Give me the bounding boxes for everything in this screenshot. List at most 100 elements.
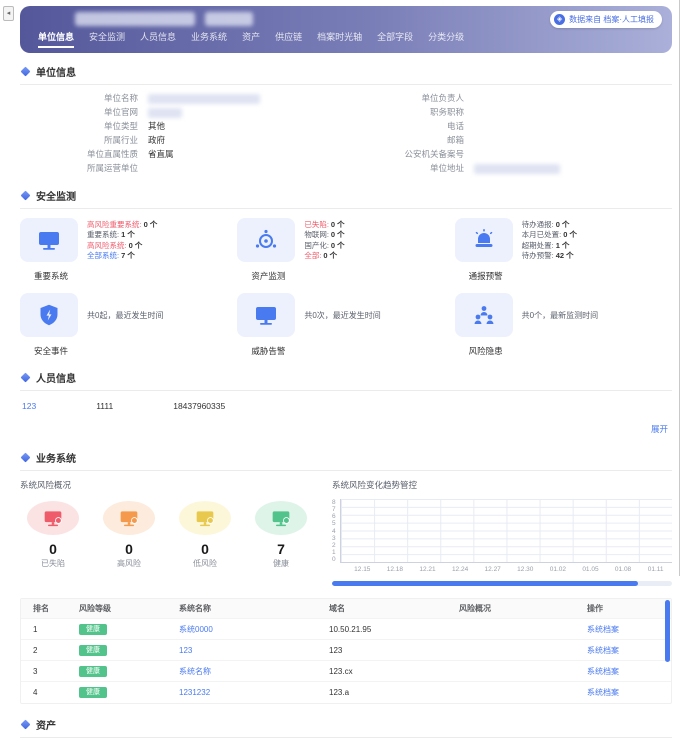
header-tab[interactable]: 安全监测 — [89, 30, 125, 48]
risk-overview-card: 0 高风险 — [96, 501, 162, 569]
table-row: 2 健康 123 123 系统档案 — [21, 640, 671, 661]
security-stat-card[interactable]: 待办通报:0 个本月已处置:0 个超期处置:1 个待办预警:42 个 通报预警 — [455, 218, 672, 282]
field-value — [148, 108, 182, 118]
risk-label: 高风险 — [117, 558, 141, 569]
expand-link[interactable]: 展开 — [651, 424, 668, 434]
field-value: 政府 — [148, 134, 165, 147]
security-stat-cards: 高风险重要系统:0 个重要系统:1 个高风险系统:0 个全部系统:7 个 重要系… — [20, 209, 672, 284]
stat-line: 重要系统:1 个 — [87, 230, 157, 240]
system-status-icon — [271, 508, 291, 528]
section-header-assets: 资产 — [20, 717, 672, 738]
health-badge: 健康 — [79, 624, 107, 635]
security-stat-card[interactable]: 已失陷:0 个物联网:0 个国产化:0 个全部:0 个 资产监测 — [237, 218, 454, 282]
x-tick: 12.21 — [411, 563, 444, 573]
system-archive-link[interactable]: 系统档案 — [587, 645, 671, 656]
col-header: 风险等级 — [79, 603, 179, 614]
header-tab[interactable]: 单位信息 — [38, 30, 74, 48]
header-tab[interactable]: 档案时光轴 — [317, 30, 362, 48]
cell-rank: 3 — [33, 667, 79, 676]
system-name-link[interactable]: 系统名称 — [179, 666, 329, 677]
card-label: 风险隐患 — [469, 345, 672, 357]
radar-icon — [254, 228, 278, 252]
system-archive-link[interactable]: 系统档案 — [587, 687, 671, 698]
health-badge: 健康 — [79, 687, 107, 698]
system-name-link[interactable]: 系统0000 — [179, 624, 329, 635]
collapse-panel-button[interactable]: ◂ — [3, 6, 14, 21]
table-vertical-scrollbar[interactable] — [665, 600, 670, 662]
cell-rank: 4 — [33, 688, 79, 697]
risk-count: 0 — [49, 541, 57, 557]
y-tick: 0 — [332, 556, 336, 563]
system-name-link[interactable]: 123 — [179, 646, 329, 655]
field-label: 邮箱 — [346, 134, 464, 147]
security-event-card[interactable]: 共0次，最近发生时间 威胁告警 — [237, 293, 454, 357]
system-archive-link[interactable]: 系统档案 — [587, 624, 671, 635]
card-icon — [455, 218, 513, 262]
header-tab[interactable]: 资产 — [242, 30, 260, 48]
chart-plot-area — [340, 499, 672, 563]
field-label: 单位地址 — [346, 162, 464, 175]
col-header: 操作 — [587, 603, 671, 614]
stat-line: 待办通报:0 个 — [522, 220, 577, 230]
field-value — [474, 164, 560, 174]
x-tick: 12.27 — [476, 563, 509, 573]
cell-level: 健康 — [79, 645, 179, 656]
x-tick: 12.18 — [379, 563, 412, 573]
monitor-icon — [254, 303, 278, 327]
data-source-badge[interactable]: ◈ 数据来自 档案·人工填报 — [550, 11, 662, 28]
header-tab[interactable]: 全部字段 — [377, 30, 413, 48]
field-label: 单位类型 — [20, 120, 138, 133]
header-tab[interactable]: 业务系统 — [191, 30, 227, 48]
col-header: 风险概况 — [459, 603, 587, 614]
shield-icon — [37, 303, 61, 327]
field-row: 电话 — [346, 120, 672, 133]
system-name-link[interactable]: 1231232 — [179, 688, 329, 697]
cell-level: 健康 — [79, 624, 179, 635]
field-row: 邮箱 — [346, 134, 672, 147]
redacted-unit-subtitle — [205, 12, 253, 26]
system-archive-link[interactable]: 系统档案 — [587, 666, 671, 677]
person-phone: 18437960335 — [173, 401, 225, 411]
person-dept: 1111 — [96, 401, 113, 411]
risk-count: 7 — [277, 541, 285, 557]
y-tick: 1 — [332, 549, 336, 556]
stat-line: 全部:0 个 — [304, 251, 344, 261]
section-title: 安全监测 — [36, 188, 76, 203]
cell-rank: 2 — [33, 646, 79, 655]
event-card-text: 共0起，最近发生时间 — [87, 310, 163, 321]
cell-rank: 1 — [33, 625, 79, 634]
risk-icon-oval — [103, 501, 155, 535]
field-value — [148, 94, 260, 104]
header-tab[interactable]: 人员信息 — [140, 30, 176, 48]
event-card-text: 共0次，最近发生时间 — [304, 310, 380, 321]
card-icon — [20, 293, 78, 337]
overview-subtitle: 系统风险概况 — [20, 477, 320, 501]
stat-line: 待办预警:42 个 — [522, 251, 577, 261]
health-badge: 健康 — [79, 645, 107, 656]
person-name-link[interactable]: 123 — [22, 401, 36, 411]
card-icon — [455, 293, 513, 337]
x-tick: 01.11 — [639, 563, 672, 573]
chart-title: 系统风险变化趋势管控 — [332, 477, 672, 499]
section-title: 业务系统 — [36, 450, 76, 465]
person-row: 123 1111 18437960335 — [20, 391, 672, 411]
security-stat-card[interactable]: 高风险重要系统:0 个重要系统:1 个高风险系统:0 个全部系统:7 个 重要系… — [20, 218, 237, 282]
section-bullet-icon — [21, 453, 31, 463]
security-event-card[interactable]: 共0起，最近发生时间 安全事件 — [20, 293, 237, 357]
field-value: 其他 — [148, 120, 165, 133]
risk-label: 健康 — [273, 558, 289, 569]
col-header: 排名 — [33, 603, 79, 614]
scrollbar-thumb[interactable] — [332, 581, 638, 586]
expand-row: 展开 — [20, 411, 672, 439]
risk-trend-chart: 876543210 — [332, 499, 672, 563]
section-bullet-icon — [21, 720, 31, 730]
security-event-card[interactable]: 共0个，最新监测时间 风险隐患 — [455, 293, 672, 357]
table-row: 3 健康 系统名称 123.cx 系统档案 — [21, 661, 671, 682]
header-tab[interactable]: 供应链 — [275, 30, 302, 48]
field-label: 电话 — [346, 120, 464, 133]
field-row: 公安机关备案号 — [346, 148, 672, 161]
risk-label: 已失陷 — [41, 558, 65, 569]
x-tick: 12.24 — [444, 563, 477, 573]
chart-horizontal-scrollbar[interactable] — [332, 581, 672, 586]
header-tab[interactable]: 分类分级 — [428, 30, 464, 48]
